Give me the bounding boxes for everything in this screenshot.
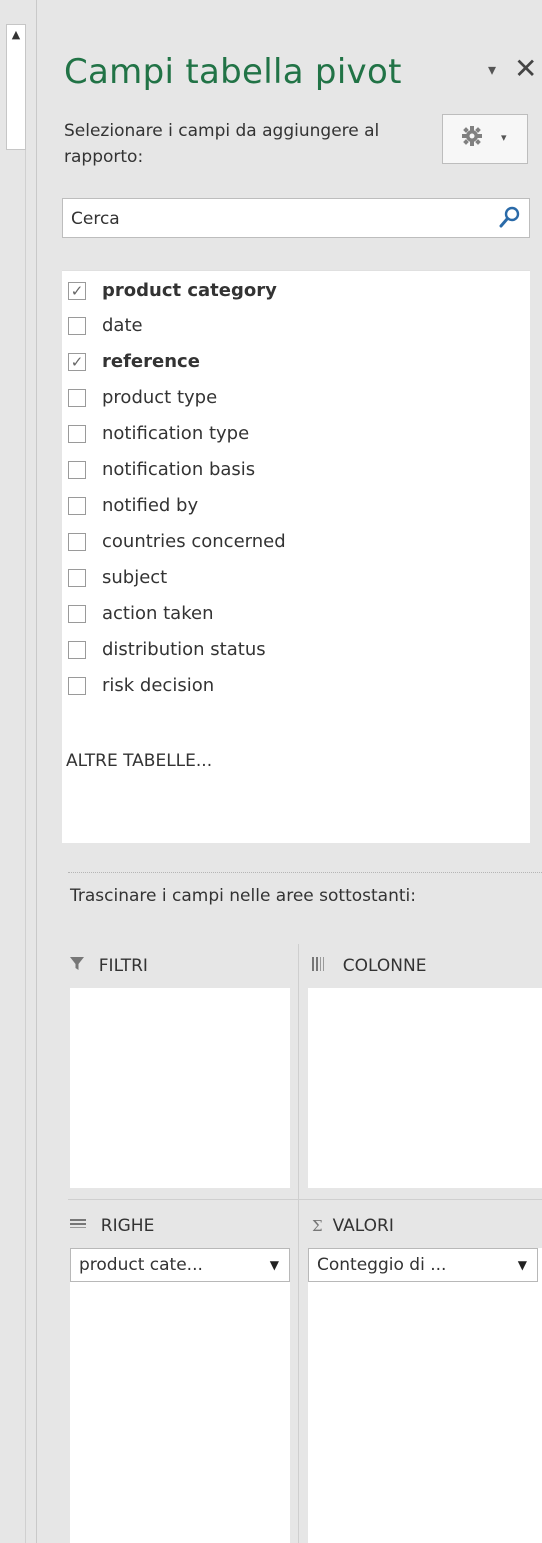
columns-drop-area[interactable] (308, 988, 542, 1188)
checkbox[interactable] (68, 389, 86, 407)
checkbox[interactable] (68, 533, 86, 551)
field-item[interactable]: date (66, 310, 506, 342)
checkbox[interactable] (68, 461, 86, 479)
chevron-down-icon[interactable]: ▼ (270, 1249, 279, 1281)
checkbox[interactable] (68, 605, 86, 623)
pivot-field-list-pane: Campi tabella pivot ▾ ✕ Selezionare i ca… (44, 0, 542, 1543)
field-list: ✓ product category date ✓ reference prod… (62, 270, 530, 843)
field-item[interactable]: risk decision (66, 670, 506, 702)
filters-drop-area[interactable] (70, 988, 290, 1188)
chevron-down-icon[interactable]: ▼ (518, 1249, 527, 1281)
area-divider-horizontal (68, 1199, 542, 1200)
field-label: date (102, 315, 143, 336)
area-divider-vertical (298, 944, 299, 1543)
field-label: subject (102, 567, 168, 588)
field-label: notification basis (102, 459, 256, 480)
filters-label: FILTRI (98, 956, 148, 976)
field-item[interactable]: action taken (66, 598, 506, 630)
field-item[interactable]: notification type (66, 418, 506, 450)
field-item[interactable]: distribution status (66, 634, 506, 666)
field-label: distribution status (102, 639, 266, 660)
field-item[interactable]: notification basis (66, 454, 506, 486)
columns-label: COLONNE (342, 956, 427, 976)
scroll-up-button[interactable]: ▲ (6, 24, 26, 55)
search-input[interactable] (69, 205, 473, 233)
rows-label: RIGHE (100, 1216, 155, 1236)
gear-icon (461, 125, 483, 153)
chip-label: Conteggio di ... (317, 1255, 447, 1275)
pane-title: Campi tabella pivot (64, 52, 402, 92)
field-label: notified by (102, 495, 199, 516)
pane-options-dropdown-icon[interactable]: ▾ (488, 60, 496, 79)
values-label: VALORI (332, 1216, 394, 1236)
pane-subtitle: Selezionare i campi da aggiungere al rap… (64, 121, 380, 167)
checkbox[interactable] (68, 497, 86, 515)
section-separator (68, 872, 542, 873)
field-label: risk decision (102, 675, 215, 696)
sigma-icon: Σ (312, 1217, 323, 1235)
field-item[interactable]: subject (66, 562, 506, 594)
filter-icon (70, 957, 89, 975)
chip-label: product cate... (79, 1255, 203, 1275)
field-label: reference (102, 351, 200, 372)
field-label: product type (102, 387, 218, 408)
close-icon[interactable]: ✕ (514, 52, 537, 85)
scrollbar-track[interactable] (6, 54, 26, 150)
checkbox-checked[interactable]: ✓ (68, 353, 86, 371)
search-field[interactable] (62, 198, 530, 238)
drag-hint-text: Trascinare i campi nelle aree sottostant… (70, 886, 416, 906)
values-area-header: Σ VALORI (312, 1216, 394, 1236)
field-label: product category (102, 280, 277, 301)
tools-button[interactable]: ▾ (442, 114, 528, 164)
left-scroll-strip: ▲ (0, 0, 37, 1543)
checkbox-checked[interactable]: ✓ (68, 282, 86, 300)
divider-line (25, 150, 26, 1543)
rows-field-chip[interactable]: product cate... ▼ (70, 1248, 290, 1282)
more-tables-link[interactable]: ALTRE TABELLE... (66, 751, 212, 771)
checkbox[interactable] (68, 641, 86, 659)
rows-icon (70, 1217, 91, 1235)
search-icon[interactable] (499, 205, 521, 229)
field-label: notification type (102, 423, 250, 444)
values-drop-area[interactable]: Conteggio di ... ▼ (308, 1248, 542, 1543)
columns-area-header: COLONNE (312, 956, 426, 976)
field-item[interactable]: notified by (66, 490, 506, 522)
checkbox[interactable] (68, 569, 86, 587)
checkbox[interactable] (68, 677, 86, 695)
rows-drop-area[interactable]: product cate... ▼ (70, 1248, 290, 1543)
field-label: action taken (102, 603, 214, 624)
field-label: countries concerned (102, 531, 286, 552)
field-item[interactable]: ✓ reference (66, 346, 506, 378)
field-item[interactable]: countries concerned (66, 526, 506, 558)
chevron-down-icon: ▾ (501, 131, 507, 144)
rows-area-header: RIGHE (70, 1216, 154, 1236)
columns-icon (312, 957, 333, 975)
field-item[interactable]: ✓ product category (66, 275, 506, 307)
filters-area-header: FILTRI (70, 956, 148, 976)
field-item[interactable]: product type (66, 382, 506, 414)
checkbox[interactable] (68, 425, 86, 443)
values-field-chip[interactable]: Conteggio di ... ▼ (308, 1248, 538, 1282)
checkbox[interactable] (68, 317, 86, 335)
